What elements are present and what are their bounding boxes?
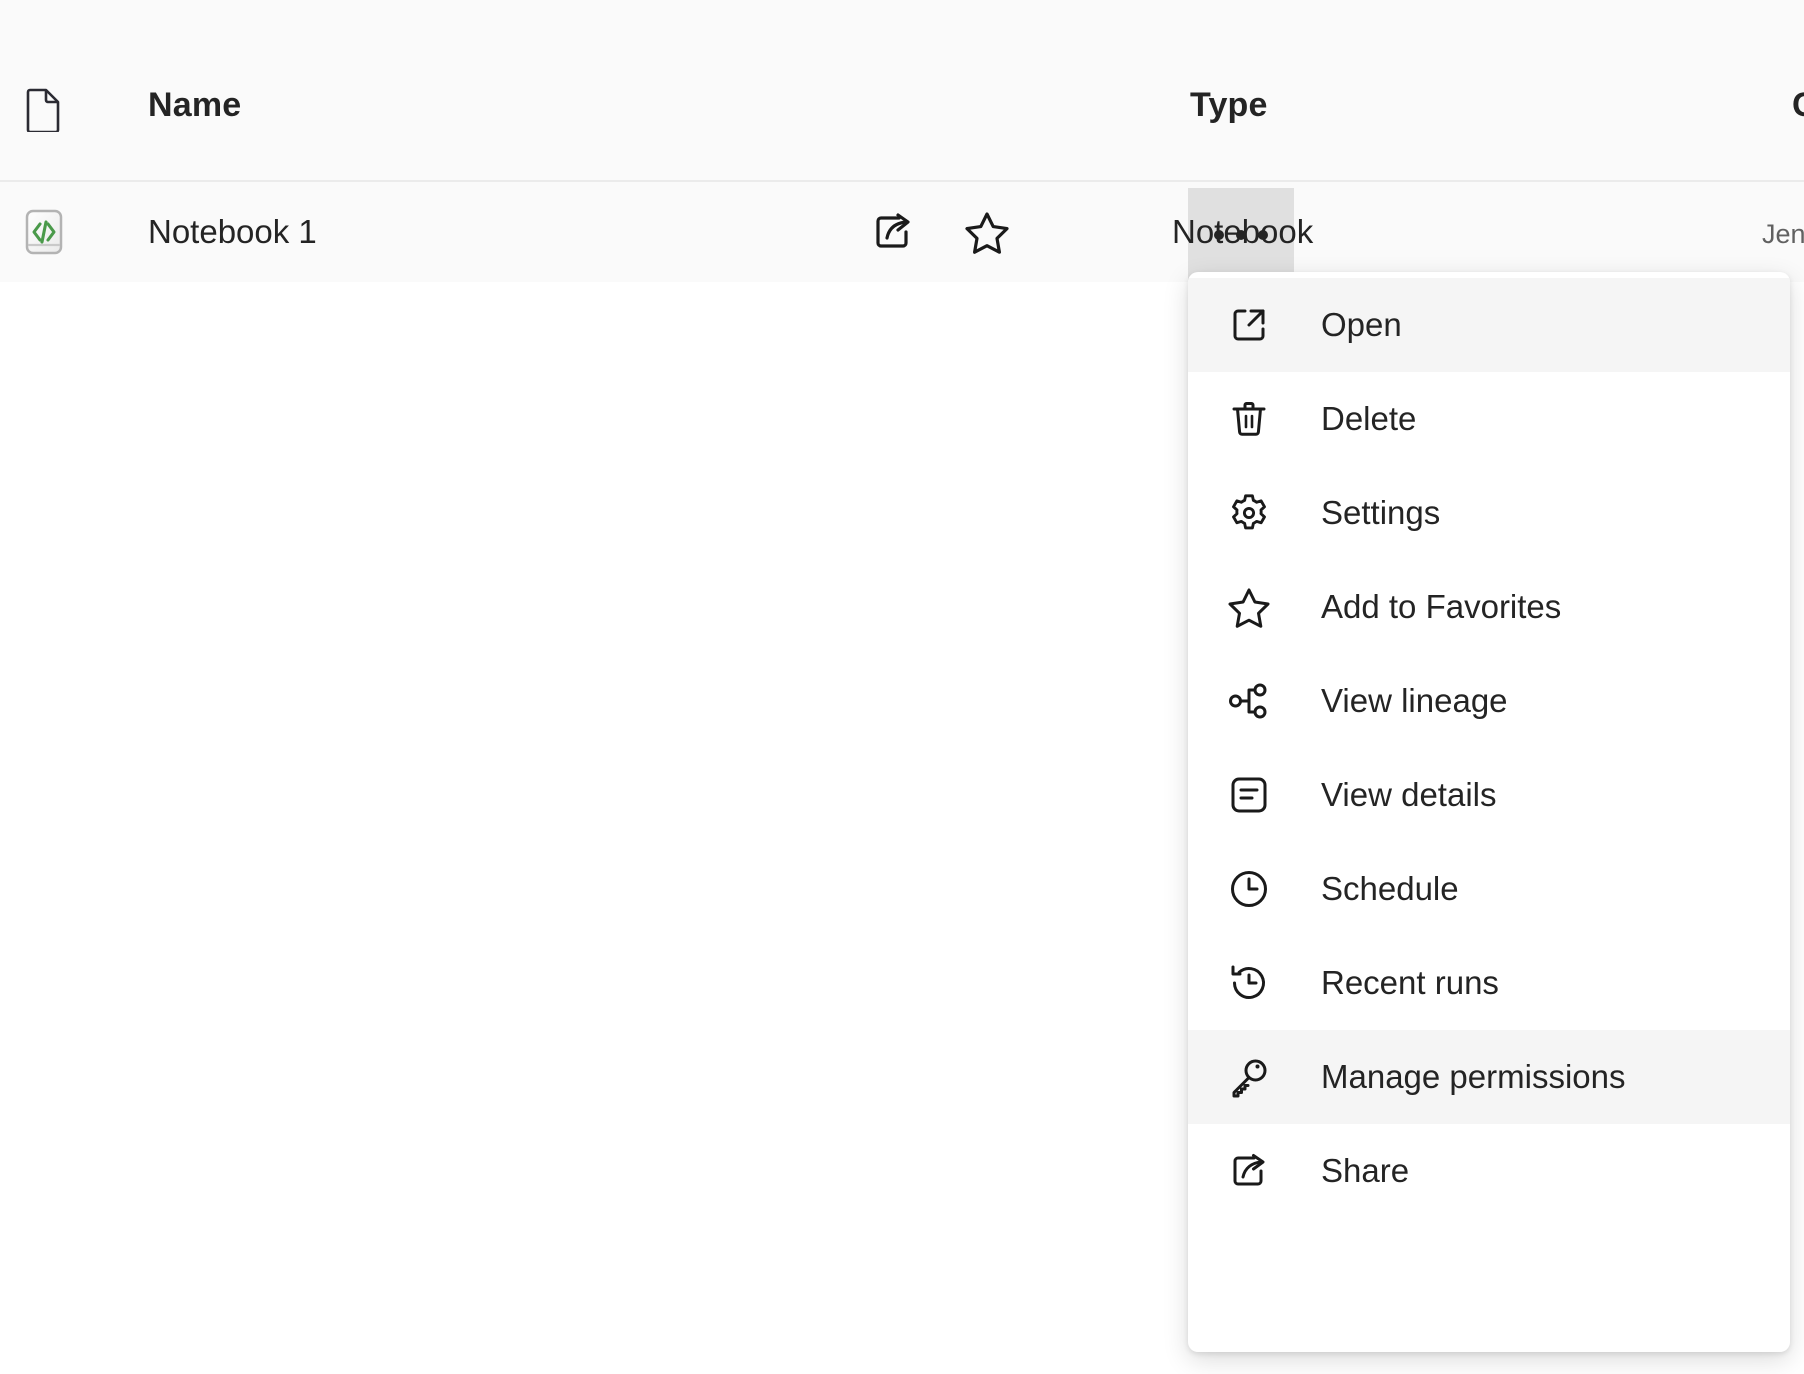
menu-item-label: Schedule [1321,869,1459,909]
open-external-icon [1225,301,1273,349]
menu-item-label: View details [1321,775,1497,815]
menu-item-label: Open [1321,305,1402,345]
list-header: Name Type C [0,0,1804,182]
menu-item-label: Settings [1321,493,1440,533]
clock-icon [1225,865,1273,913]
context-menu[interactable]: Open Delete Settings [1188,272,1790,1352]
menu-item-settings[interactable]: Settings [1188,466,1790,560]
notebook-code-icon [24,208,64,256]
share-icon [1225,1147,1273,1195]
document-icon [26,88,62,132]
item-created-by: Jen [1762,214,1804,254]
menu-item-add-to-favorites[interactable]: Add to Favorites [1188,560,1790,654]
column-header-name[interactable]: Name [148,86,241,125]
row-share-button[interactable] [850,188,936,276]
menu-item-label: Share [1321,1151,1409,1191]
history-clock-icon [1225,959,1273,1007]
column-header-created-by[interactable]: C [1792,86,1804,125]
trash-icon [1225,395,1273,443]
menu-item-view-details[interactable]: View details [1188,748,1790,842]
menu-item-schedule[interactable]: Schedule [1188,842,1790,936]
row-favorite-button[interactable] [944,188,1030,276]
favorite-star-icon [964,209,1010,255]
table-row[interactable]: Notebook 1 Notebook Jen [0,182,1804,282]
menu-item-label: View lineage [1321,681,1508,721]
menu-item-open[interactable]: Open [1188,278,1790,372]
menu-item-label: Recent runs [1321,963,1499,1003]
star-icon [1225,583,1273,631]
item-name[interactable]: Notebook 1 [148,208,317,256]
menu-item-label: Delete [1321,399,1416,439]
gear-icon [1225,489,1273,537]
menu-item-manage-permissions[interactable]: Manage permissions [1188,1030,1790,1124]
column-header-type[interactable]: Type [1190,86,1268,125]
menu-item-delete[interactable]: Delete [1188,372,1790,466]
share-icon [869,208,917,256]
menu-item-share[interactable]: Share [1188,1124,1790,1218]
menu-item-label: Manage permissions [1321,1057,1625,1097]
details-list-icon [1225,771,1273,819]
menu-item-label: Add to Favorites [1321,587,1561,627]
menu-item-recent-runs[interactable]: Recent runs [1188,936,1790,1030]
lineage-branch-icon [1225,677,1273,725]
menu-item-view-lineage[interactable]: View lineage [1188,654,1790,748]
key-icon [1225,1053,1273,1101]
item-type: Notebook [1172,208,1313,256]
